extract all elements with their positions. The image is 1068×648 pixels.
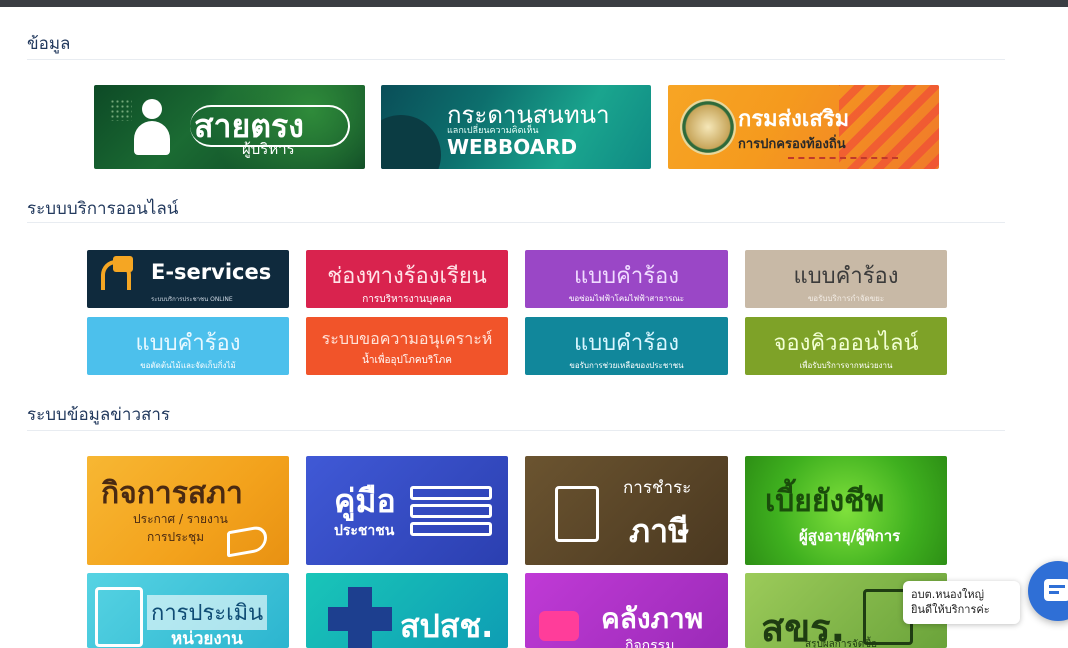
service-subtitle: เพื่อรับบริการจากหน่วยงาน bbox=[799, 361, 893, 370]
service-subtitle: ระบบบริการประชาชน ONLINE bbox=[151, 296, 233, 303]
service-title: แบบคำร้อง bbox=[574, 331, 679, 356]
chat-greeting-bubble[interactable]: อบต.หนองใหญ่ ยินดีให้บริการค่ะ bbox=[903, 581, 1020, 624]
service-form-waste-collection[interactable]: แบบคำร้อง ขอรับบริการกำจัดขยะ bbox=[745, 250, 947, 308]
chat-bubble-icon bbox=[113, 256, 133, 272]
news-photo-gallery[interactable]: คลังภาพ กิจกรรม bbox=[525, 573, 728, 648]
news-line: ประกาศ / รายงาน bbox=[133, 512, 228, 526]
news-line: การประชุม bbox=[147, 530, 205, 544]
department-seal-icon bbox=[680, 99, 736, 155]
section-divider bbox=[27, 222, 1005, 223]
banner-subtitle: ผู้บริหาร bbox=[242, 140, 295, 158]
banner-webboard[interactable]: กระดานสนทนา แลกเปลี่ยนความคิดเห็น WEBBOA… bbox=[381, 85, 651, 169]
decorative-shape bbox=[381, 115, 441, 169]
chat-greeting-text: ยินดีให้บริการค่ะ bbox=[911, 603, 990, 616]
service-title: E-services bbox=[151, 260, 272, 284]
news-citizen-manual[interactable]: คู่มือ ประชาชน bbox=[306, 456, 508, 565]
service-title: ช่องทางร้องเรียน bbox=[327, 264, 487, 289]
medical-cross-icon bbox=[328, 587, 392, 648]
banner-local-government-dept[interactable]: กรมส่งเสริม การปกครองท้องถิ่น bbox=[668, 85, 939, 169]
news-council-affairs[interactable]: กิจการสภา ประกาศ / รายงาน การประชุม bbox=[87, 456, 289, 565]
news-agency-assessment[interactable]: การประเมิน หน่วยงาน bbox=[87, 573, 289, 648]
news-line: กิจกรรม bbox=[625, 638, 675, 648]
banner-title: กรมส่งเสริม bbox=[738, 107, 850, 132]
calculator-icon bbox=[555, 486, 599, 542]
news-tax-payment[interactable]: การชำระ ภาษี bbox=[525, 456, 728, 565]
news-line: ประชาชน bbox=[334, 523, 395, 539]
books-icon bbox=[410, 504, 492, 518]
service-title: แบบคำร้อง bbox=[135, 331, 241, 356]
top-bar bbox=[0, 0, 1068, 7]
person-body bbox=[134, 121, 170, 155]
section-title-info: ข้อมูล bbox=[27, 34, 71, 54]
news-line: สรุปผลการจัดซื้อ bbox=[805, 639, 877, 648]
megaphone-icon bbox=[227, 524, 267, 558]
service-water-assistance[interactable]: ระบบขอความอนุเคราะห์ น้ำเพื่ออุปโภคบริโภ… bbox=[306, 317, 508, 375]
service-complaint-channel[interactable]: ช่องทางร้องเรียน การบริหารงานบุคคล bbox=[306, 250, 508, 308]
service-subtitle: ขอตัดต้นไม้และจัดเก็บกิ่งไม้ bbox=[140, 361, 236, 370]
news-title: เบี้ยยังชีพ bbox=[765, 484, 885, 519]
service-online-queue[interactable]: จองคิวออนไลน์ เพื่อรับบริการจากหน่วยงาน bbox=[745, 317, 947, 375]
books-icon bbox=[410, 486, 492, 500]
service-subtitle: ขอรับบริการกำจัดขยะ bbox=[807, 294, 885, 303]
service-form-street-light-repair[interactable]: แบบคำร้อง ขอซ่อมไฟฟ้าโคมไฟฟ้าสาธารณะ bbox=[525, 250, 728, 308]
news-title: สปสช. bbox=[400, 607, 494, 645]
dot-pattern bbox=[110, 99, 132, 121]
chat-greeting-name: อบต.หนองใหญ่ bbox=[911, 588, 984, 601]
service-title: แบบคำร้อง bbox=[793, 264, 899, 289]
banner-subtitle: การปกครองท้องถิ่น bbox=[738, 137, 846, 152]
service-subtitle: ขอซ่อมไฟฟ้าโคมไฟฟ้าสาธารณะ bbox=[568, 294, 685, 303]
person-icon bbox=[142, 99, 162, 119]
news-title: การชำระ bbox=[623, 478, 692, 498]
service-title: ระบบขอความอนุเคราะห์ bbox=[321, 329, 493, 348]
service-title: จองคิวออนไลน์ bbox=[773, 331, 919, 356]
news-line: ผู้สูงอายุ/ผู้พิการ bbox=[799, 527, 901, 545]
news-nhso[interactable]: สปสช. bbox=[306, 573, 508, 648]
camera-icon bbox=[539, 611, 579, 641]
banner-executive-direct-line[interactable]: สายตรง ผู้บริหาร bbox=[94, 85, 365, 169]
chat-launcher-button[interactable] bbox=[1028, 561, 1068, 621]
news-line: ภาษี bbox=[629, 512, 690, 550]
section-title-news: ระบบข้อมูลข่าวสาร bbox=[27, 405, 171, 425]
decorative-dash bbox=[788, 157, 898, 159]
service-subtitle: ขอรับการช่วยเหลือของประชาชน bbox=[569, 361, 684, 370]
service-subtitle: การบริหารงานบุคคล bbox=[362, 294, 452, 305]
section-divider bbox=[27, 430, 1005, 431]
news-living-allowance[interactable]: เบี้ยยังชีพ ผู้สูงอายุ/ผู้พิการ bbox=[745, 456, 947, 565]
books-icon bbox=[410, 522, 492, 536]
checklist-icon bbox=[95, 587, 143, 647]
section-title-services: ระบบบริการออนไลน์ bbox=[27, 199, 179, 219]
service-form-public-assistance[interactable]: แบบคำร้อง ขอรับการช่วยเหลือของประชาชน bbox=[525, 317, 728, 375]
section-divider bbox=[27, 59, 1005, 60]
service-subtitle: น้ำเพื่ออุปโภคบริโภค bbox=[362, 355, 452, 366]
service-title: แบบคำร้อง bbox=[574, 264, 679, 289]
news-line: หน่วยงาน bbox=[171, 629, 243, 648]
service-form-tree-cutting[interactable]: แบบคำร้อง ขอตัดต้นไม้และจัดเก็บกิ่งไม้ bbox=[87, 317, 289, 375]
message-icon bbox=[1044, 579, 1068, 601]
banner-tag: WEBBOARD bbox=[447, 135, 578, 159]
service-e-services[interactable]: E-services ระบบบริการประชาชน ONLINE bbox=[87, 250, 289, 308]
